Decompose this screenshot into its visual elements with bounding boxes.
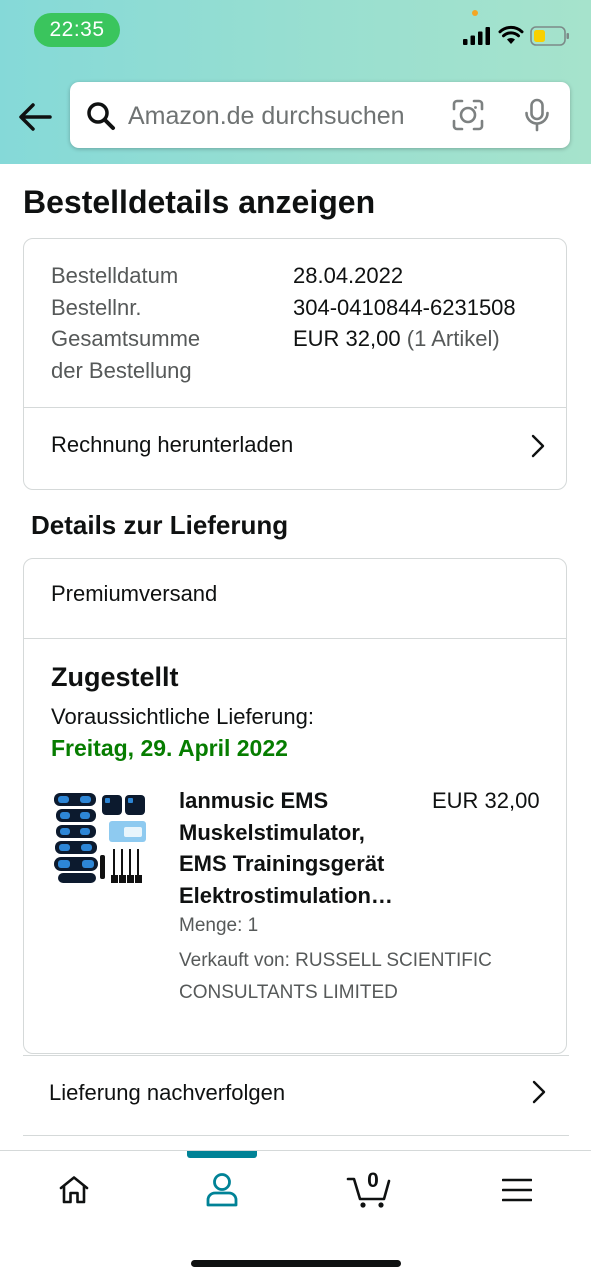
chevron-right-icon — [531, 434, 545, 458]
order-date-label: Bestelldatum — [51, 263, 179, 288]
product-quantity: Menge: 1 — [179, 915, 259, 936]
product-title-line: Elektrostimulation… — [179, 882, 393, 908]
order-total-value-wrap: EUR 32,00 (1 Artikel) — [293, 323, 500, 355]
divider — [24, 638, 566, 639]
order-total-value: EUR 32,00 — [293, 326, 401, 351]
product-price: EUR 32,00 — [432, 788, 540, 813]
order-date-value: 28.04.2022 — [293, 263, 404, 288]
delivery-status: Zugestellt — [51, 662, 179, 692]
divider — [23, 1135, 569, 1136]
back-arrow-icon[interactable] — [16, 98, 54, 136]
active-tab-indicator — [187, 1151, 257, 1158]
microphone-icon[interactable] — [524, 98, 550, 132]
order-item-count: (1 Artikel) — [406, 326, 500, 351]
cart-count-badge: 0 — [367, 1169, 379, 1192]
download-invoice-link[interactable]: Rechnung herunterladen — [24, 408, 566, 490]
delivery-section-title: Details zur Lieferung — [31, 510, 289, 540]
user-icon[interactable] — [205, 1172, 239, 1208]
search-bar[interactable] — [70, 82, 570, 148]
order-summary-card: Bestelldatum 28.04.2022 Bestellnr. 304-0… — [23, 238, 567, 490]
track-delivery-label: Lieferung nachverfolgen — [49, 1080, 286, 1105]
search-input[interactable] — [128, 100, 418, 132]
order-number-value: 304-0410844-6231508 — [293, 295, 516, 320]
app-header: 22:35 — [0, 0, 591, 164]
hamburger-menu-icon[interactable] — [502, 1178, 532, 1202]
privacy-indicator-dot — [472, 10, 478, 16]
battery-icon — [530, 26, 569, 46]
product-seller-line: Verkauft von: RUSSELL SCIENTIFIC — [179, 950, 492, 971]
product-title-line: Muskelstimulator, — [179, 819, 365, 845]
product-seller-line: CONSULTANTS LIMITED — [179, 982, 398, 1003]
chevron-right-icon — [532, 1080, 546, 1104]
product-title-line: EMS Trainingsgerät — [179, 851, 385, 876]
shipping-method: Premiumversand — [51, 581, 218, 606]
order-date-row: Bestelldatum 28.04.2022 — [51, 260, 403, 292]
download-invoice-label: Rechnung herunterladen — [51, 432, 294, 457]
wifi-icon — [498, 25, 524, 44]
home-indicator-bar[interactable] — [191, 1260, 401, 1267]
page-title: Bestelldetails anzeigen — [23, 184, 376, 220]
track-delivery-link[interactable]: Lieferung nachverfolgen — [23, 1056, 569, 1134]
ems-muscle-stimulator-product-image[interactable] — [52, 787, 152, 889]
status-time: 22:35 — [34, 13, 120, 47]
delivery-eta-label: Voraussichtliche Lieferung: — [51, 704, 314, 729]
home-icon[interactable] — [58, 1175, 90, 1205]
search-icon — [87, 102, 115, 130]
delivery-details-card: Premiumversand Zugestellt Voraussichtlic… — [23, 558, 567, 1054]
camera-lens-icon[interactable] — [452, 99, 484, 131]
product-title-line: lanmusic EMS — [179, 788, 329, 813]
delivery-eta-date: Freitag, 29. April 2022 — [51, 735, 288, 761]
product-title[interactable]: lanmusic EMS Muskelstimulator, EMS Train… — [179, 785, 419, 911]
order-number-label: Bestellnr. — [51, 295, 142, 320]
order-total-label-line2: der Bestellung — [51, 358, 192, 383]
cellular-signal-icon — [463, 27, 490, 45]
order-total-row: Gesamtsumme der Bestellung EUR 32,00 (1 … — [51, 323, 541, 387]
order-number-row: Bestellnr. 304-0410844-6231508 — [51, 292, 516, 324]
product-seller: Verkauft von: RUSSELL SCIENTIFIC CONSULT… — [179, 945, 519, 1009]
